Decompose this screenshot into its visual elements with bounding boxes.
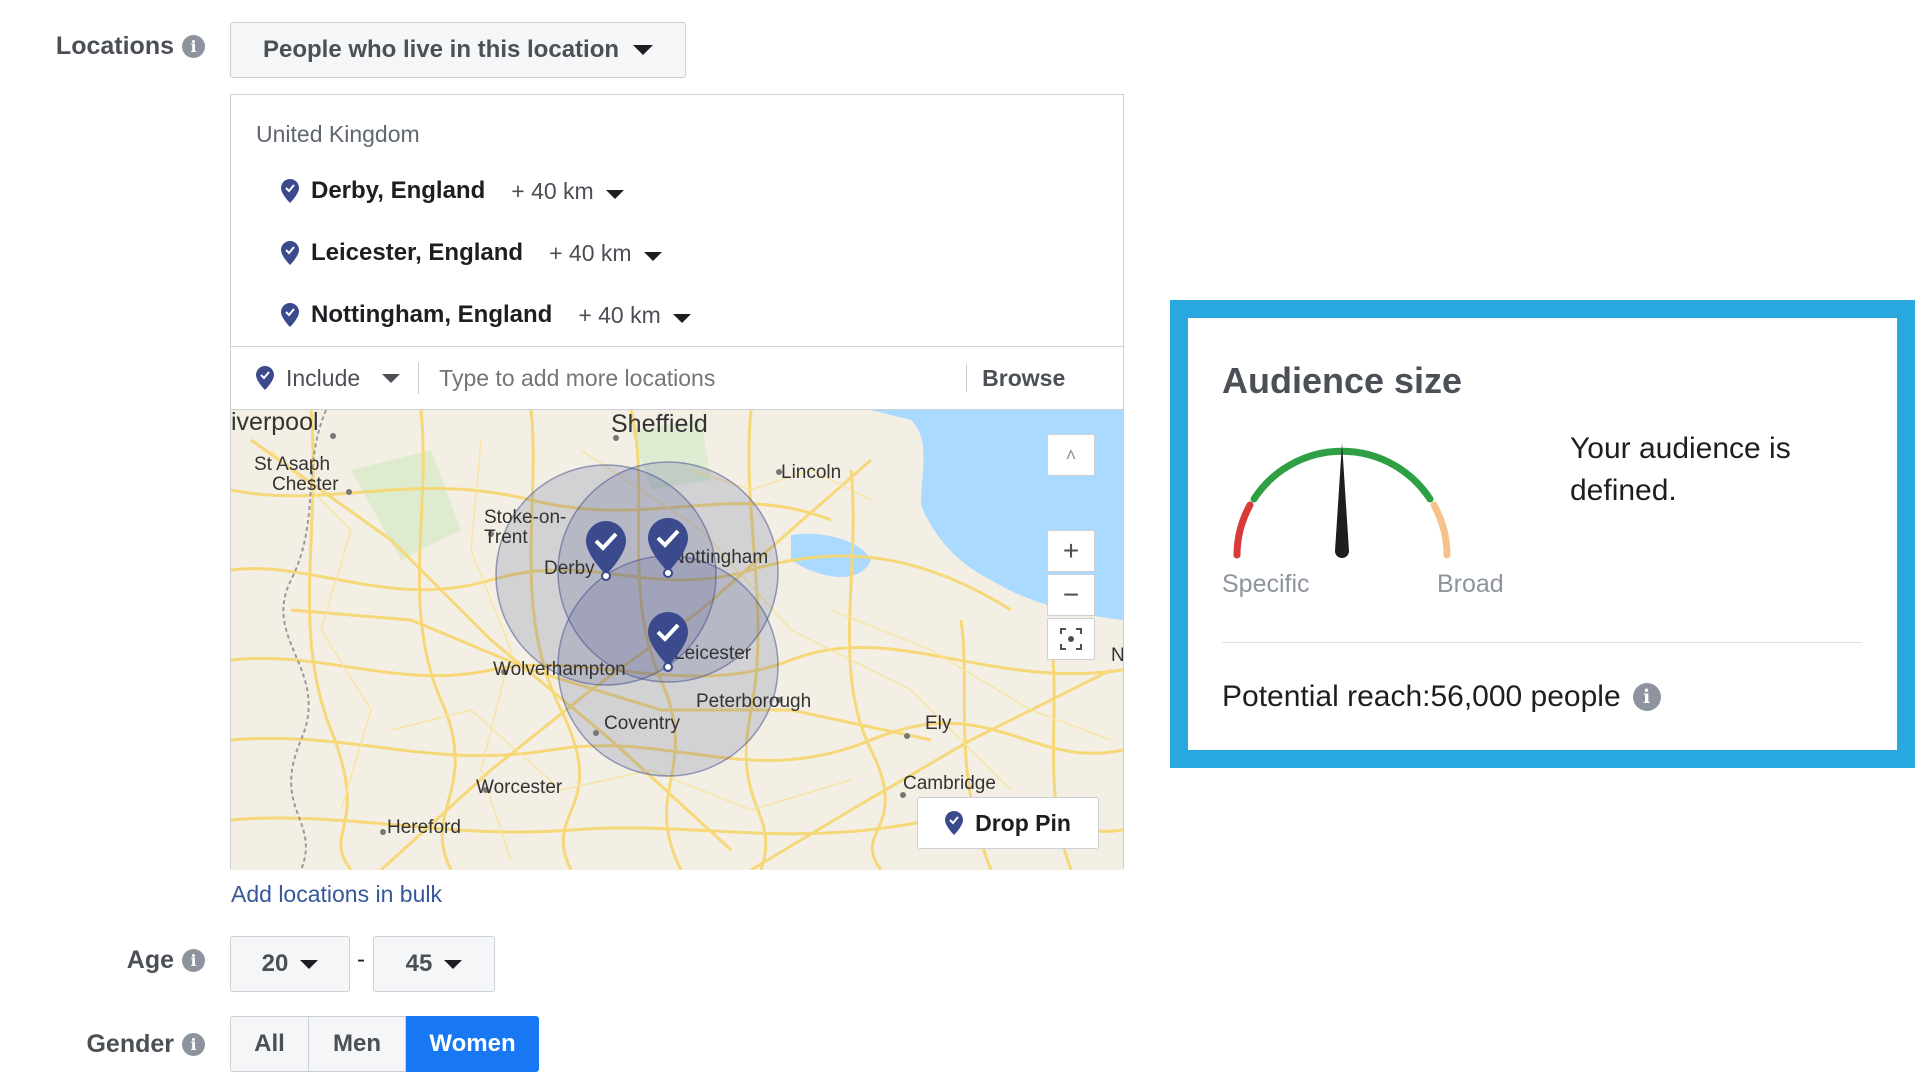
location-mode-label: People who live in this location xyxy=(262,36,620,63)
map-collapse-button[interactable]: ˄ xyxy=(1047,434,1095,476)
browse-button[interactable]: Browse xyxy=(982,365,1065,392)
location-item-leicester[interactable]: Leicester, England + 40 km xyxy=(281,239,662,267)
gender-label-row: Gender i xyxy=(40,1028,205,1060)
location-name: Nottingham, England xyxy=(311,301,553,328)
age-label: Age xyxy=(126,945,174,974)
location-panel: United Kingdom Derby, England + 40 km Le… xyxy=(230,94,1124,870)
radius-value: + 40 km xyxy=(578,301,661,328)
chevron-down-icon xyxy=(300,959,319,969)
add-locations-bulk-link[interactable]: Add locations in bulk xyxy=(231,881,442,908)
map-label-hereford: Hereford xyxy=(387,817,461,838)
chevron-down-icon xyxy=(444,959,463,969)
location-search-input[interactable] xyxy=(437,363,962,393)
map-label-cambridge: Cambridge xyxy=(903,773,996,794)
audience-status-text: Your audience is defined. xyxy=(1570,432,1791,507)
info-icon[interactable]: i xyxy=(182,948,205,972)
drop-pin-button[interactable]: Drop Pin xyxy=(917,797,1099,849)
map-label-st-asaph: St Asaph xyxy=(254,454,331,475)
gender-men-button[interactable]: Men xyxy=(309,1016,406,1072)
map-label-lincoln: Lincoln xyxy=(781,462,842,483)
map-label-edge: N xyxy=(1111,645,1123,667)
locations-label-row: Locations i xyxy=(40,30,205,62)
info-icon[interactable]: i xyxy=(1632,683,1661,711)
location-mode-dropdown[interactable]: People who live in this location xyxy=(230,22,686,78)
locations-label: Locations xyxy=(55,31,174,60)
map-label-ely: Ely xyxy=(925,713,952,734)
drop-pin-label: Drop Pin xyxy=(975,809,1071,836)
zoom-in-button[interactable]: + xyxy=(1047,530,1095,572)
map-pin-icon xyxy=(945,811,964,835)
map-label-stoke: Stoke-on- xyxy=(484,507,567,528)
info-icon[interactable]: i xyxy=(182,34,205,58)
location-item-nottingham[interactable]: Nottingham, England + 40 km xyxy=(281,301,691,329)
gender-men-label: Men xyxy=(333,1030,381,1057)
map-label-coventry: Coventry xyxy=(604,713,681,734)
chevron-down-icon xyxy=(382,373,401,383)
chevron-down-icon xyxy=(633,45,654,55)
map-label-trent: Trent xyxy=(484,527,528,548)
map-label-sheffield: Sheffield xyxy=(611,410,708,438)
map-label-worcester: Worcester xyxy=(476,777,563,798)
country-heading: United Kingdom xyxy=(256,121,420,147)
divider xyxy=(1222,642,1862,643)
gauge-specific-label: Specific xyxy=(1222,570,1310,598)
chevron-down-icon xyxy=(605,189,624,199)
audience-title: Audience size xyxy=(1222,360,1463,401)
chevron-down-icon xyxy=(643,251,662,261)
map[interactable]: iverpool Sheffield St Asaph Chester Linc… xyxy=(231,409,1123,870)
gender-all-label: All xyxy=(254,1030,285,1057)
map-pin-derby-icon[interactable] xyxy=(584,519,628,581)
minus-icon: − xyxy=(1062,579,1080,610)
audience-size-panel: Audience size Specific Broad Your audien… xyxy=(1170,300,1915,768)
location-name: Derby, England xyxy=(311,177,486,204)
age-min-value: 20 xyxy=(261,950,289,977)
radius-dropdown[interactable]: + 40 km xyxy=(578,301,691,329)
gender-all-button[interactable]: All xyxy=(230,1016,309,1072)
zoom-out-button[interactable]: − xyxy=(1047,574,1095,616)
info-icon[interactable]: i xyxy=(182,1032,205,1056)
map-label-wolverhampton: Wolverhampton xyxy=(493,659,626,680)
radius-dropdown[interactable]: + 40 km xyxy=(549,239,662,267)
age-max-value: 45 xyxy=(405,950,433,977)
map-pin-icon xyxy=(281,303,299,327)
radius-value: + 40 km xyxy=(511,177,594,204)
include-dropdown[interactable]: Include xyxy=(256,364,401,392)
radius-dropdown[interactable]: + 40 km xyxy=(511,177,624,205)
map-pin-icon xyxy=(281,179,299,203)
recenter-button[interactable] xyxy=(1047,618,1095,660)
age-separator: - xyxy=(357,946,365,973)
age-label-row: Age i xyxy=(40,944,205,976)
map-label-liverpool: iverpool xyxy=(231,409,319,436)
focus-icon xyxy=(1060,628,1082,650)
gender-toggle: All Men Women xyxy=(230,1016,539,1072)
chevron-down-icon xyxy=(672,313,691,323)
plus-icon: + xyxy=(1062,535,1080,566)
radius-value: + 40 km xyxy=(549,239,632,266)
chevron-up-icon: ˄ xyxy=(1065,444,1077,465)
location-search-bar: Include Browse xyxy=(231,346,1123,409)
map-label-chester: Chester xyxy=(272,474,339,495)
age-max-dropdown[interactable]: 45 xyxy=(373,936,495,992)
map-pin-leicester-icon[interactable] xyxy=(646,610,690,672)
map-pin-icon xyxy=(256,366,274,390)
potential-reach-text: Potential reach:56,000 people xyxy=(1222,680,1621,713)
gauge-broad-label: Broad xyxy=(1437,570,1504,598)
map-label-peterborough: Peterborough xyxy=(696,691,812,712)
divider xyxy=(966,364,968,392)
gender-women-button[interactable]: Women xyxy=(406,1016,539,1072)
potential-reach-row: Potential reach:56,000 people i xyxy=(1222,680,1661,714)
divider xyxy=(418,362,420,394)
gender-label: Gender xyxy=(86,1029,174,1058)
map-pin-icon xyxy=(281,241,299,265)
location-item-derby[interactable]: Derby, England + 40 km xyxy=(281,177,624,205)
gender-women-label: Women xyxy=(429,1030,516,1057)
map-pin-nottingham-icon[interactable] xyxy=(646,516,690,578)
audience-gauge xyxy=(1233,443,1451,559)
include-label: Include xyxy=(286,364,361,391)
location-name: Leicester, England xyxy=(311,239,524,266)
age-min-dropdown[interactable]: 20 xyxy=(230,936,350,992)
